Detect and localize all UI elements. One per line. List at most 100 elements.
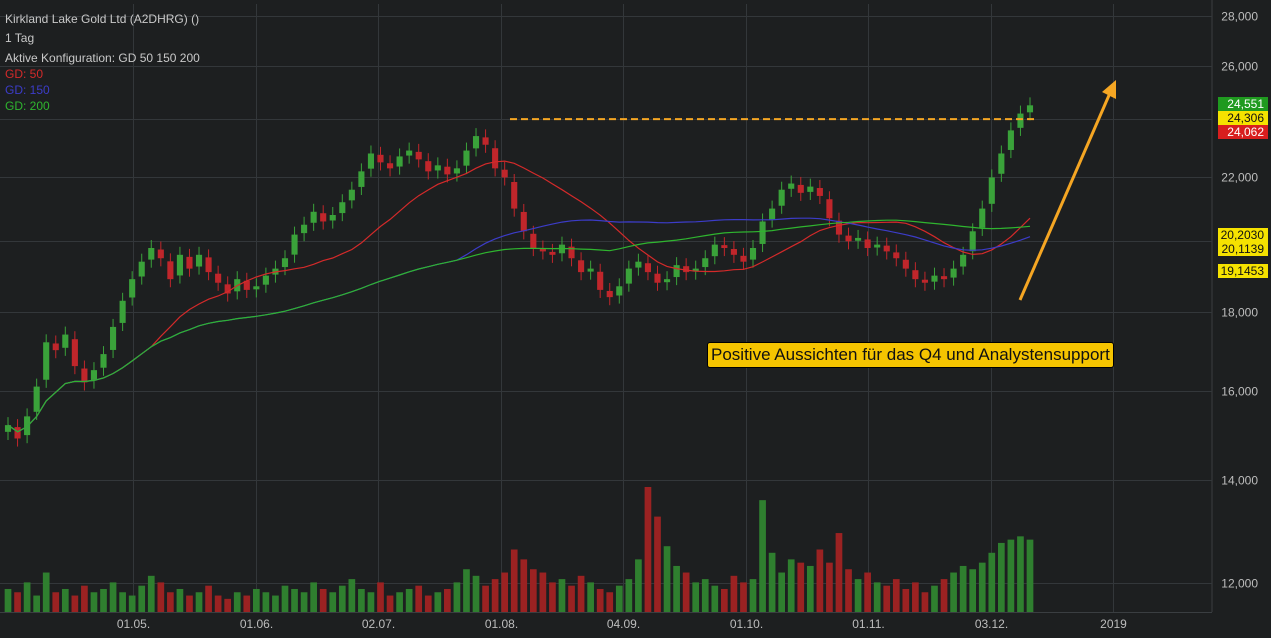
candle-body — [940, 276, 948, 280]
volume-bar — [912, 582, 919, 612]
volume-bar — [14, 592, 21, 612]
volume-bar — [854, 579, 862, 612]
candle-body — [807, 186, 814, 192]
volume-bar — [176, 588, 184, 612]
candle-body — [90, 370, 98, 381]
candle-body — [253, 286, 260, 290]
legend-gd50: GD: 50 — [5, 67, 44, 81]
volume-bar — [23, 582, 31, 612]
candle-body — [606, 290, 613, 298]
price-chart[interactable]: 28,00026,00024,00022,00020,00018,00016,0… — [0, 0, 1271, 638]
volume-bar — [883, 585, 891, 612]
candle-body — [14, 427, 21, 439]
candle-body — [625, 268, 632, 284]
candle-body — [912, 270, 919, 280]
candle-body — [472, 136, 480, 149]
y-tick-label: 18,000 — [1221, 306, 1258, 320]
candle-body — [587, 268, 594, 272]
x-tick-label: 04.09. — [607, 617, 640, 631]
candle-body — [530, 233, 537, 249]
volume-bar — [119, 592, 126, 612]
y-tick-label: 12,000 — [1221, 577, 1258, 591]
volume-bar — [186, 595, 193, 612]
candle-body — [826, 199, 833, 219]
candle-body — [969, 231, 976, 252]
candle-body — [138, 261, 145, 277]
candle-body — [730, 249, 737, 255]
volume-bar — [778, 572, 786, 612]
volume-bar — [682, 572, 690, 612]
candle-body — [979, 208, 986, 228]
volume-bar — [549, 582, 556, 612]
volume-bar — [167, 592, 174, 612]
chart-title: Kirkland Lake Gold Ltd (A2DHRG) () — [5, 12, 200, 26]
price-label: 19,1453 — [1221, 264, 1265, 278]
volume-bar — [596, 588, 604, 612]
volume-bar — [52, 592, 60, 612]
candle-body — [52, 343, 59, 351]
candle-body — [301, 224, 308, 234]
candle-body — [444, 166, 451, 175]
candle-body — [186, 256, 193, 269]
volume-bar — [835, 533, 843, 612]
volume-bar — [348, 579, 356, 612]
x-tick-label: 01.08. — [485, 617, 518, 631]
volume-bar — [864, 572, 871, 612]
y-tick-label: 16,000 — [1221, 385, 1258, 399]
candle-body — [921, 279, 928, 283]
candle-body — [673, 265, 680, 278]
candle-body — [683, 266, 690, 273]
candle-body — [654, 273, 661, 283]
candle-body — [377, 154, 384, 163]
volume-bar — [940, 579, 948, 612]
volume-bar — [978, 562, 986, 612]
volume-bar — [654, 516, 661, 612]
volume-bar — [100, 588, 107, 612]
y-tick-label: 14,000 — [1221, 474, 1258, 488]
volume-bar — [338, 585, 346, 612]
volume-bar — [90, 592, 98, 612]
candle-body — [721, 245, 728, 249]
volume-bar — [816, 549, 824, 612]
candle-body — [62, 334, 69, 348]
candle-body — [492, 148, 499, 169]
volume-bar — [902, 588, 910, 612]
volume-bar — [806, 565, 814, 612]
volume-bar — [558, 579, 566, 612]
y-tick-label: 22,000 — [1221, 171, 1258, 185]
price-label: 20,2030 — [1221, 228, 1265, 242]
candle-body — [329, 214, 336, 221]
volume-bar — [749, 579, 757, 612]
candle-body — [988, 177, 995, 204]
volume-bar — [711, 585, 719, 612]
volume-bar — [740, 582, 747, 612]
candle-body — [511, 182, 518, 209]
candle-body — [281, 258, 289, 268]
price-label: 24,551 — [1227, 97, 1264, 111]
candle-body — [663, 279, 671, 283]
legend-gd150: GD: 150 — [5, 83, 50, 97]
chart-config: Aktive Konfiguration: GD 50 150 200 — [5, 51, 200, 65]
candle-body — [110, 326, 117, 350]
candle-body — [205, 257, 212, 273]
candle-body — [310, 211, 317, 223]
volume-bar — [873, 582, 881, 612]
volume-bar — [892, 579, 900, 612]
candle-body — [167, 261, 174, 280]
volume-bar — [539, 572, 547, 612]
candle-body — [816, 188, 823, 196]
candle-body — [157, 249, 164, 259]
candle-body — [320, 213, 327, 222]
volume-bar — [1026, 539, 1034, 612]
volume-bar — [195, 592, 203, 612]
candle-body — [711, 244, 718, 257]
candle-body — [215, 273, 222, 283]
candle-body — [129, 279, 136, 298]
volume-bar — [701, 579, 709, 612]
volume-bar — [214, 595, 222, 612]
volume-bar — [644, 487, 652, 612]
volume-bar — [157, 582, 165, 612]
volume-bar — [921, 592, 929, 612]
volume-bar — [415, 585, 423, 612]
volume-bar — [510, 549, 518, 612]
